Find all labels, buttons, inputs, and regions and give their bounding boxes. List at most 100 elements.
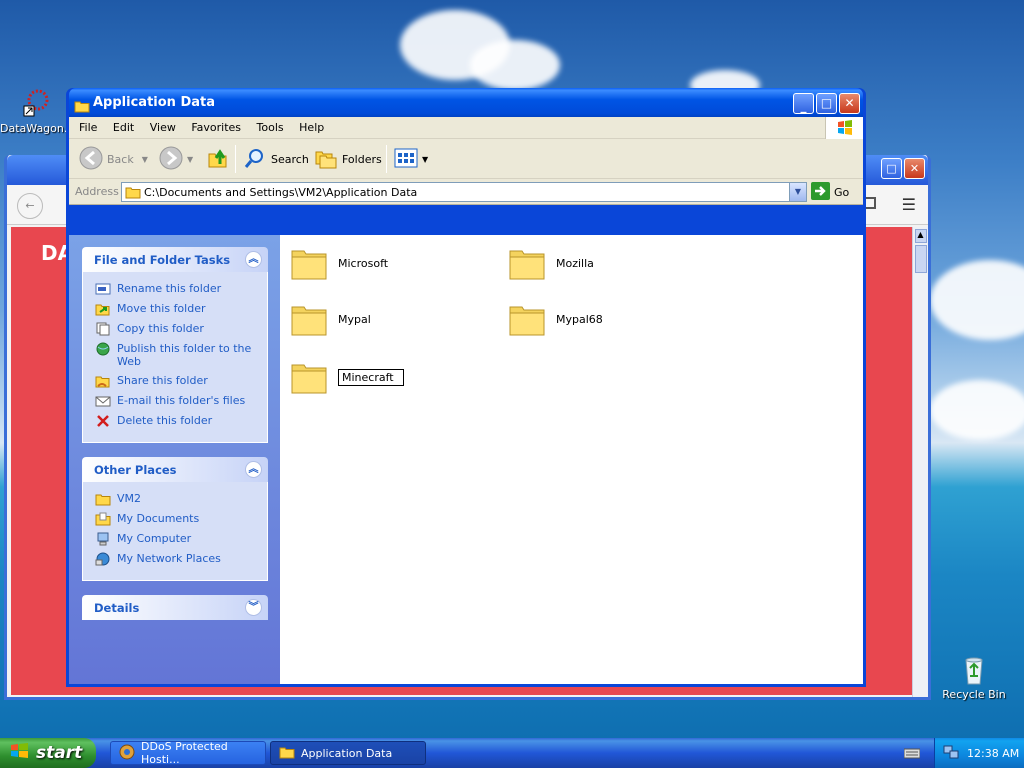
- folder-icon: [95, 492, 111, 506]
- folder-item[interactable]: Mypal68: [508, 301, 603, 337]
- menu-favorites[interactable]: Favorites: [185, 117, 247, 139]
- search-button[interactable]: Search: [243, 145, 309, 173]
- folder-icon: [125, 186, 141, 202]
- place-my-documents[interactable]: My Documents: [95, 512, 267, 526]
- minimize-button[interactable]: _: [793, 93, 814, 114]
- explorer-window[interactable]: Application Data _ □ ✕ File Edit View Fa…: [66, 88, 866, 687]
- folder-item-renaming[interactable]: Minecraft: [290, 359, 404, 395]
- maximize-button[interactable]: □: [816, 93, 837, 114]
- task-delete-folder[interactable]: Delete this folder: [95, 414, 267, 428]
- keyboard-icon[interactable]: [903, 746, 921, 763]
- menu-bar: File Edit View Favorites Tools Help: [69, 117, 863, 139]
- folder-item[interactable]: Microsoft: [290, 245, 388, 281]
- start-button[interactable]: start: [0, 738, 96, 768]
- menu-view[interactable]: View: [144, 117, 182, 139]
- toolbar-separator: [235, 145, 236, 173]
- address-dropdown-button[interactable]: ▼: [789, 183, 806, 201]
- place-vm2[interactable]: VM2: [95, 492, 267, 506]
- task-copy-folder[interactable]: Copy this folder: [95, 322, 267, 336]
- folder-icon: [508, 245, 546, 281]
- task-share-folder[interactable]: Share this folder: [95, 374, 267, 388]
- menu-edit[interactable]: Edit: [107, 117, 140, 139]
- start-label: start: [36, 743, 83, 763]
- clock[interactable]: 12:38 AM: [967, 747, 1019, 760]
- address-input[interactable]: C:\Documents and Settings\VM2\Applicatio…: [121, 182, 807, 202]
- toolbar: Back ▼ ▼ Search Folders ▼: [69, 139, 863, 179]
- rename-input[interactable]: Minecraft: [338, 368, 404, 386]
- browser-close-button[interactable]: ✕: [904, 158, 925, 179]
- browser-maximize-button[interactable]: □: [881, 158, 902, 179]
- folder-item[interactable]: Mypal: [290, 301, 371, 337]
- folder-name: Mypal68: [556, 312, 603, 326]
- browser-app-icon: [119, 744, 135, 763]
- window-titlebar[interactable]: Application Data _ □ ✕: [69, 88, 863, 117]
- toolbar-separator: [386, 145, 387, 173]
- menu-help[interactable]: Help: [293, 117, 330, 139]
- details-panel: Details ︾: [82, 595, 268, 620]
- back-button[interactable]: Back ▼: [79, 145, 148, 173]
- desktop-icon-label: DataWagon...: [0, 122, 75, 135]
- move-icon: [95, 302, 111, 316]
- menu-tools[interactable]: Tools: [251, 117, 290, 139]
- windows-logo-icon: [10, 742, 30, 765]
- chevron-down-icon[interactable]: ▼: [422, 155, 428, 164]
- desktop-icon-datawagon[interactable]: DataWagon...: [0, 88, 75, 135]
- desktop-icon-label: Recycle Bin: [942, 688, 1006, 701]
- recycle-bin-icon: [958, 654, 990, 686]
- chevron-down-icon[interactable]: ▼: [187, 155, 193, 164]
- taskbar-item-browser[interactable]: DDoS Protected Hosti...: [110, 740, 266, 766]
- panel-header[interactable]: Details ︾: [82, 595, 268, 620]
- place-my-computer[interactable]: My Computer: [95, 532, 267, 546]
- expand-icon[interactable]: ︾: [245, 599, 262, 616]
- folder-name: Mozilla: [556, 256, 594, 270]
- taskbar-item-explorer[interactable]: Application Data: [270, 741, 426, 765]
- chevron-down-icon[interactable]: ▼: [142, 155, 148, 164]
- place-my-network-places[interactable]: My Network Places: [95, 552, 267, 566]
- task-publish-folder-web[interactable]: Publish this folder to the Web: [95, 342, 267, 368]
- rename-icon: [95, 282, 111, 296]
- window-body: File and Folder Tasks ︽ Rename this fold…: [69, 235, 863, 684]
- folder-icon: [290, 301, 328, 337]
- panel-title: File and Folder Tasks: [94, 253, 231, 267]
- chevron-down-icon: ▼: [794, 187, 802, 196]
- my-computer-icon: [95, 532, 111, 546]
- task-rename-folder[interactable]: Rename this folder: [95, 282, 267, 296]
- panel-header[interactable]: Other Places ︽: [82, 457, 268, 482]
- folder-icon: [279, 745, 295, 762]
- other-places-panel: Other Places ︽ VM2 My Documents My Compu…: [82, 457, 268, 581]
- search-label: Search: [271, 152, 309, 166]
- browser-menu-icon[interactable]: ☰: [902, 195, 916, 214]
- collapse-icon[interactable]: ︽: [245, 251, 262, 268]
- up-folder-button[interactable]: [206, 145, 230, 173]
- copy-icon: [95, 322, 111, 336]
- delete-icon: [95, 414, 111, 428]
- task-move-folder[interactable]: Move this folder: [95, 302, 267, 316]
- forward-button[interactable]: ▼: [159, 145, 193, 173]
- panel-header[interactable]: File and Folder Tasks ︽: [82, 247, 268, 272]
- browser-scrollbar[interactable]: ▲: [912, 227, 928, 697]
- network-tray-icon[interactable]: [943, 745, 959, 762]
- file-list[interactable]: Microsoft Mozilla Mypal Mypal68 Minecraf…: [280, 235, 863, 684]
- window-title: Application Data: [93, 95, 215, 110]
- folder-item[interactable]: Mozilla: [508, 245, 594, 281]
- views-button[interactable]: ▼: [394, 145, 428, 173]
- browser-back-icon[interactable]: ←: [17, 193, 43, 219]
- folder-icon: [290, 245, 328, 281]
- email-icon: [95, 394, 111, 408]
- menu-file[interactable]: File: [73, 117, 103, 139]
- panel-title: Details: [94, 601, 140, 615]
- collapse-icon[interactable]: ︽: [245, 461, 262, 478]
- desktop-icon-recycle-bin[interactable]: Recycle Bin: [938, 654, 1010, 701]
- task-email-folder-files[interactable]: E-mail this folder's files: [95, 394, 267, 408]
- go-button[interactable]: Go: [811, 182, 849, 203]
- close-button[interactable]: ✕: [839, 93, 860, 114]
- folders-button[interactable]: Folders: [314, 145, 382, 173]
- go-label: Go: [834, 186, 850, 199]
- views-icon: [394, 147, 418, 172]
- up-folder-icon: [206, 146, 230, 173]
- folder-icon: [508, 301, 546, 337]
- address-label: Address: [75, 185, 119, 198]
- go-arrow-icon: [811, 182, 830, 203]
- taskbar-item-label: DDoS Protected Hosti...: [141, 740, 228, 766]
- back-label: Back: [107, 152, 134, 166]
